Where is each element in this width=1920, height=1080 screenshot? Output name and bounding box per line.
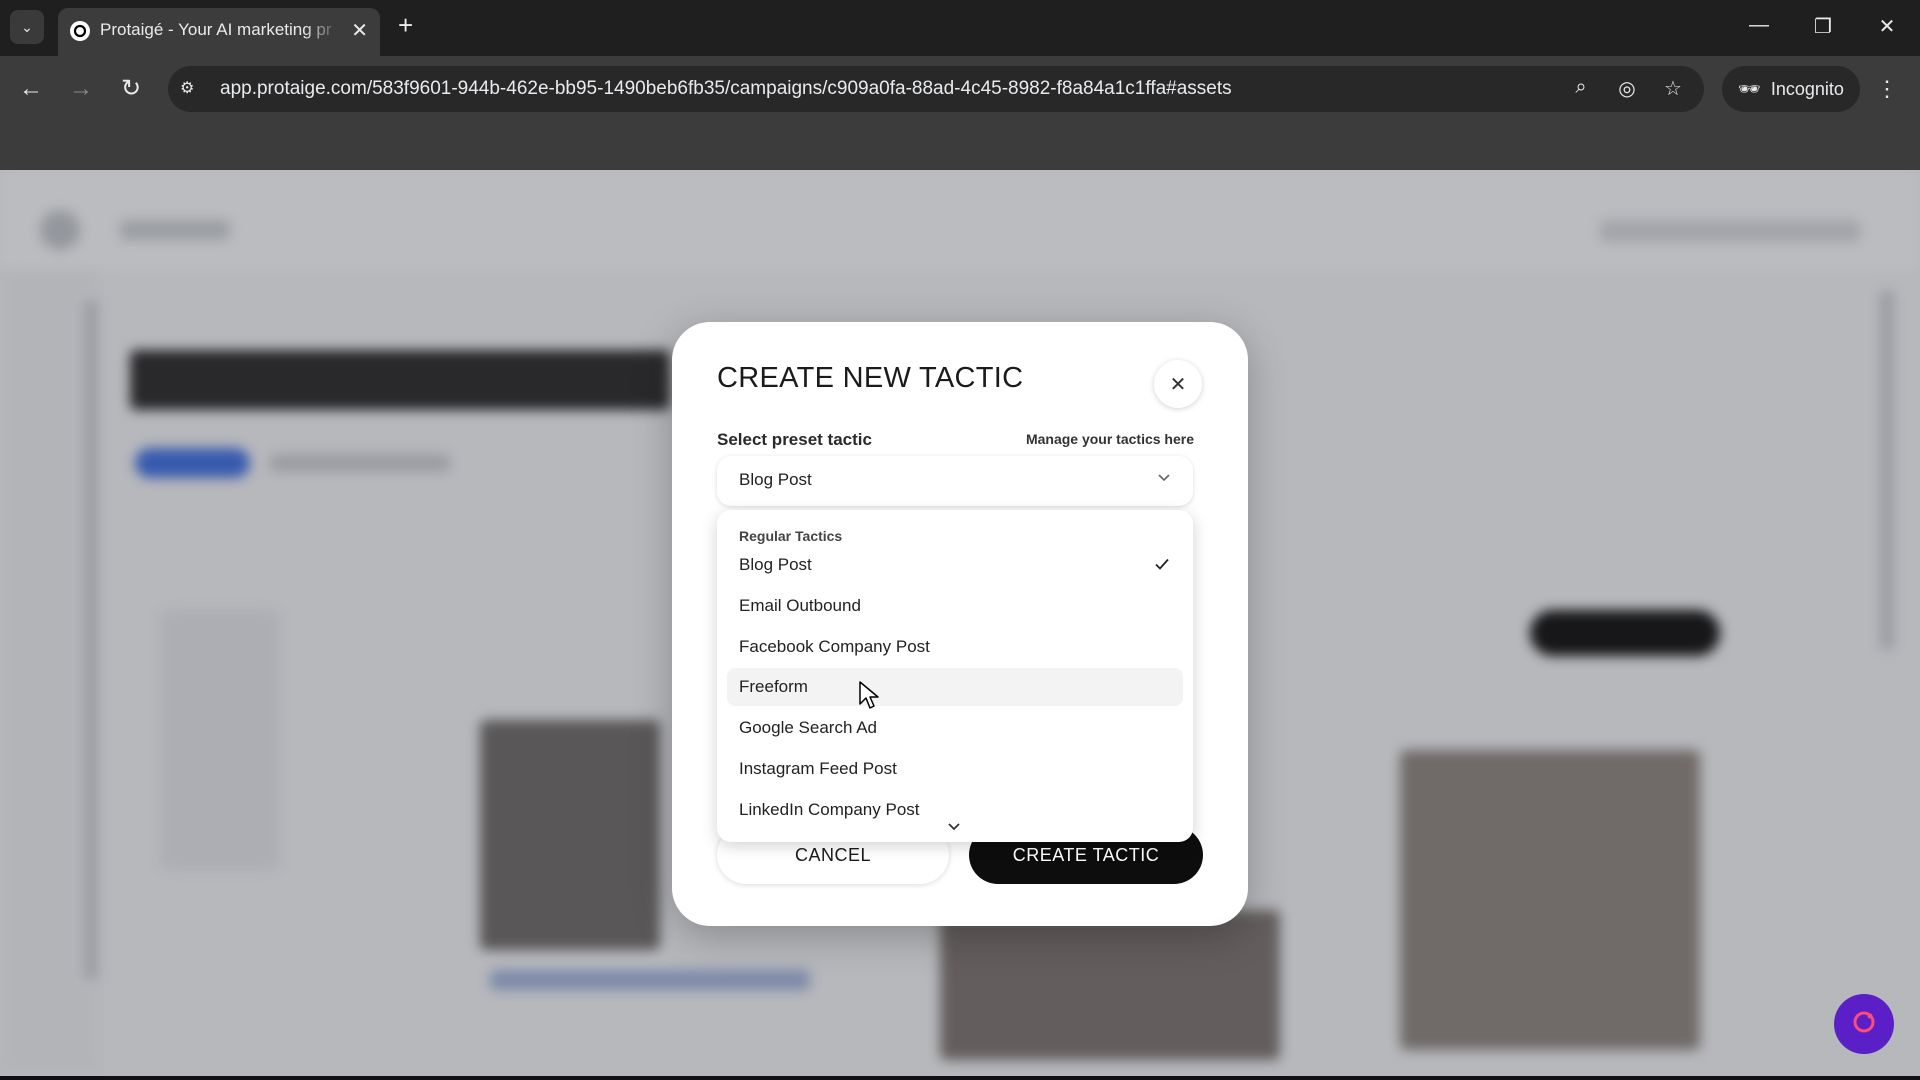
browser-window: ⌄ Protaigé - Your AI marketing pr ✕ + — … <box>0 0 1920 1080</box>
close-button[interactable]: ✕ <box>1154 360 1202 408</box>
site-info-icon[interactable]: ⚙ <box>180 78 204 100</box>
option-instagram-feed-post[interactable]: Instagram Feed Post <box>727 750 1183 788</box>
chevron-down-icon <box>1157 470 1171 484</box>
eye-off-icon[interactable]: ◎ <box>1614 76 1640 101</box>
tactic-dropdown: Regular Tactics Blog Post Email Outbound… <box>717 510 1193 842</box>
restore-icon[interactable]: ❐ <box>1808 14 1838 39</box>
option-label: Freeform <box>739 677 808 696</box>
option-label: Google Search Ad <box>739 718 877 737</box>
browser-tab[interactable]: Protaigé - Your AI marketing pr ✕ <box>58 8 380 56</box>
option-facebook-company-post[interactable]: Facebook Company Post <box>727 628 1183 666</box>
option-label: Instagram Feed Post <box>739 759 897 778</box>
option-label: Email Outbound <box>739 596 861 615</box>
browser-toolbar: ← → ↻ ⚙ app.protaige.com/583f9601-944b-4… <box>0 56 1920 122</box>
back-icon[interactable]: ← <box>16 74 46 104</box>
address-bar[interactable]: ⚙ app.protaige.com/583f9601-944b-462e-bb… <box>168 66 1704 112</box>
create-tactic-modal: CREATE NEW TACTIC ✕ Select preset tactic… <box>672 322 1248 926</box>
browser-menu-icon[interactable]: ⋮ <box>1876 76 1898 102</box>
group-label: Regular Tactics <box>739 528 843 544</box>
incognito-indicator[interactable]: 🕶 Incognito <box>1722 66 1860 112</box>
new-tab-icon[interactable]: + <box>398 12 413 38</box>
tab-title: Protaigé - Your AI marketing pr <box>100 20 332 39</box>
favicon-icon <box>70 21 90 41</box>
check-icon <box>1153 555 1171 573</box>
bookmark-bar <box>0 122 1920 170</box>
tab-search-button[interactable]: ⌄ <box>10 10 44 44</box>
modal-title: CREATE NEW TACTIC <box>717 362 1024 394</box>
url-text[interactable]: app.protaige.com/583f9601-944b-462e-bb95… <box>220 78 1232 100</box>
manage-tactics-link[interactable]: Manage your tactics here <box>1026 431 1194 447</box>
minimize-icon[interactable]: — <box>1744 14 1774 37</box>
preset-tactic-label: Select preset tactic <box>717 430 872 449</box>
chevron-down-icon: ⌄ <box>21 18 33 35</box>
option-google-search-ad[interactable]: Google Search Ad <box>727 709 1183 747</box>
option-label: Facebook Company Post <box>739 637 930 656</box>
scroll-down-icon[interactable] <box>946 820 962 834</box>
option-label: Blog Post <box>739 555 812 574</box>
zoom-icon[interactable]: ⌕ <box>1568 76 1594 99</box>
tab-strip: ⌄ Protaigé - Your AI marketing pr ✕ + — … <box>0 0 1920 56</box>
option-freeform[interactable]: Freeform <box>727 668 1183 706</box>
tab-close-icon[interactable]: ✕ <box>351 18 368 43</box>
preset-tactic-select[interactable]: Blog Post <box>717 456 1193 506</box>
select-value: Blog Post <box>739 470 812 489</box>
incognito-icon: 🕶 <box>1738 78 1761 99</box>
bottom-edge <box>0 1076 1920 1080</box>
close-icon: ✕ <box>1169 373 1187 396</box>
option-email-outbound[interactable]: Email Outbound <box>727 587 1183 625</box>
window-close-icon[interactable]: ✕ <box>1872 14 1902 39</box>
help-chat-button[interactable] <box>1834 994 1894 1054</box>
mouse-cursor-icon <box>858 680 880 710</box>
option-label: LinkedIn Company Post <box>739 800 920 819</box>
star-icon[interactable]: ☆ <box>1660 76 1686 101</box>
forward-icon[interactable]: → <box>66 74 96 104</box>
incognito-label: Incognito <box>1770 78 1844 99</box>
protaige-logo-icon <box>1849 1007 1879 1042</box>
option-blog-post[interactable]: Blog Post <box>727 546 1183 584</box>
reload-icon[interactable]: ↻ <box>116 74 146 104</box>
